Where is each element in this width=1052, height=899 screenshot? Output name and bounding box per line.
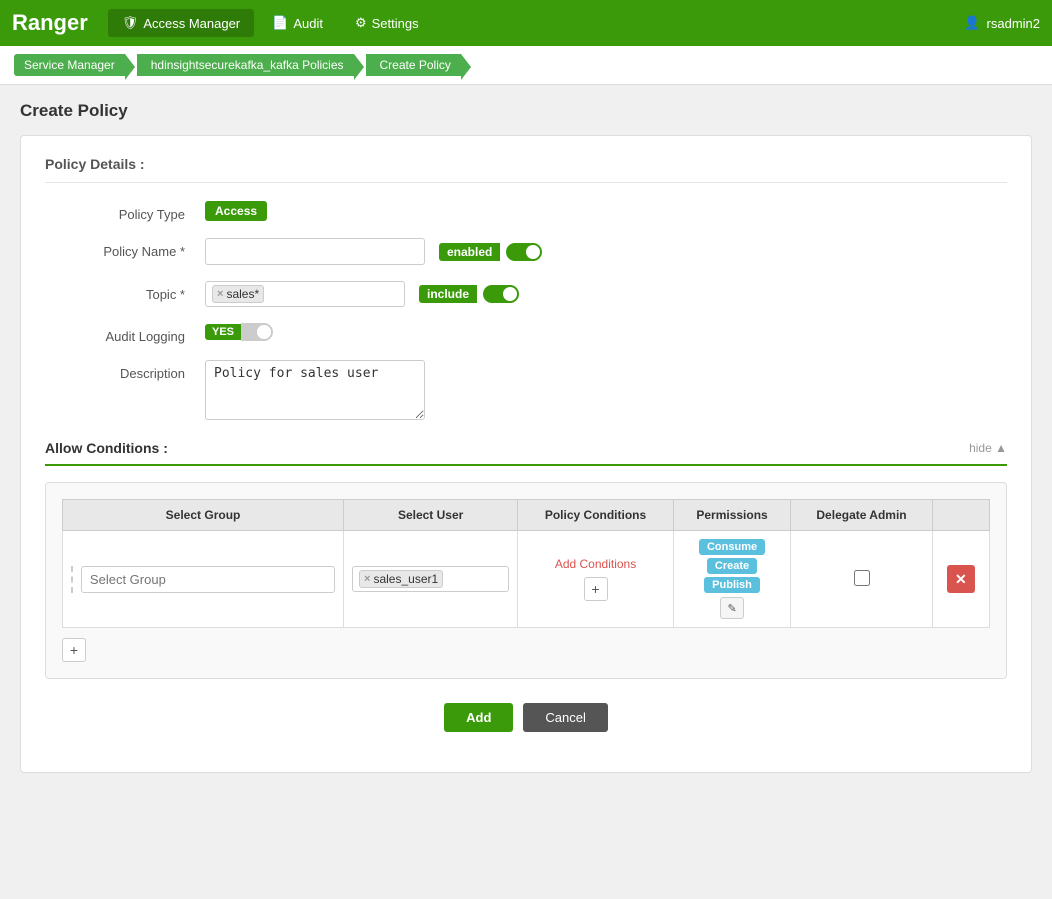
allow-conditions-header: Allow Conditions : hide ▲ (45, 440, 1007, 466)
nav-access-manager[interactable]: 🛡 Access Manager (108, 9, 254, 37)
page-title: Create Policy (20, 101, 1032, 121)
username: rsadmin2 (987, 16, 1040, 31)
policy-details-title: Policy Details : (45, 156, 1007, 183)
breadcrumb-policies-label: hdinsightsecurekafka_kafka Policies (151, 58, 344, 72)
topic-label: Topic * (45, 281, 205, 302)
page-content: Create Policy Policy Details : Policy Ty… (0, 85, 1052, 789)
td-select-user: × sales_user1 (344, 531, 518, 628)
policy-type-control: Access (205, 201, 1007, 221)
th-permissions: Permissions (673, 500, 790, 531)
topic-control: × sales* include (205, 281, 1007, 307)
user-tag-remove[interactable]: × (364, 573, 370, 585)
gear-icon: ⚙ (355, 15, 367, 31)
user-tag-value: sales_user1 (373, 572, 438, 586)
conditions-table: Select Group Select User Policy Conditio… (62, 499, 990, 628)
enabled-label: enabled (439, 243, 500, 261)
description-row: Description Policy for sales user (45, 360, 1007, 420)
breadcrumb-service-manager[interactable]: Service Manager (14, 54, 125, 76)
include-label: include (419, 285, 477, 303)
user-area: 👤 rsadmin2 (964, 15, 1040, 31)
audit-toggle[interactable] (241, 323, 273, 341)
enabled-toggle-wrap: enabled (439, 243, 542, 261)
nav-settings-label: Settings (372, 16, 419, 31)
policy-type-label: Policy Type (45, 201, 205, 222)
th-delegate-admin: Delegate Admin (791, 500, 932, 531)
breadcrumb-create-policy-label: Create Policy (380, 58, 451, 72)
allow-conditions-title: Allow Conditions : (45, 440, 168, 456)
policy-type-row: Policy Type Access (45, 201, 1007, 222)
td-policy-conditions: Add Conditions + (518, 531, 674, 628)
shield-icon: 🛡 (122, 15, 139, 31)
th-policy-conditions: Policy Conditions (518, 500, 674, 531)
th-actions (932, 500, 989, 531)
nav-audit-label: Audit (293, 16, 323, 31)
breadcrumb-create-policy[interactable]: Create Policy (366, 54, 461, 76)
policy-name-control: hdi sales* policy enabled (205, 238, 1007, 265)
table-row: × sales_user1 Add Conditions + Consume (63, 531, 990, 628)
td-delegate-admin (791, 531, 932, 628)
brand-logo: Ranger (12, 10, 88, 36)
description-textarea[interactable]: Policy for sales user (205, 360, 425, 420)
perm-badges: Consume Create Publish (682, 539, 782, 593)
delegate-admin-checkbox[interactable] (854, 570, 870, 586)
conditions-container: Select Group Select User Policy Conditio… (45, 482, 1007, 679)
topic-row: Topic * × sales* include (45, 281, 1007, 307)
main-card: Policy Details : Policy Type Access Poli… (20, 135, 1032, 773)
audit-logging-control: YES (205, 323, 1007, 341)
topic-tag: × sales* (212, 285, 264, 303)
delete-row-button[interactable]: ✕ (947, 565, 975, 593)
topic-tag-remove[interactable]: × (217, 288, 223, 300)
policy-name-row: Policy Name * hdi sales* policy enabled (45, 238, 1007, 265)
user-tag: × sales_user1 (359, 570, 443, 588)
breadcrumb-service-manager-label: Service Manager (24, 58, 115, 72)
topic-tag-input[interactable]: × sales* (205, 281, 405, 307)
nav-access-manager-label: Access Manager (143, 16, 240, 31)
add-button[interactable]: Add (444, 703, 513, 732)
perm-edit-button[interactable]: ✎ (720, 597, 744, 619)
policy-type-badge: Access (205, 201, 267, 221)
audit-toggle-wrap[interactable]: YES (205, 323, 273, 341)
th-select-group: Select Group (63, 500, 344, 531)
audit-logging-label: Audit Logging (45, 323, 205, 344)
perm-create: Create (707, 558, 757, 574)
footer-actions: Add Cancel (45, 703, 1007, 752)
hide-link[interactable]: hide ▲ (969, 441, 1007, 455)
include-toggle-wrap: include (419, 285, 519, 303)
perm-publish: Publish (704, 577, 760, 593)
add-conditions-plus[interactable]: + (584, 577, 608, 601)
breadcrumb-policies[interactable]: hdinsightsecurekafka_kafka Policies (137, 54, 354, 76)
doc-icon: 📄 (272, 15, 288, 31)
enabled-toggle[interactable] (506, 243, 542, 261)
user-icon: 👤 (964, 15, 980, 31)
audit-logging-row: Audit Logging YES (45, 323, 1007, 344)
td-delete: ✕ (932, 531, 989, 628)
th-select-user: Select User (344, 500, 518, 531)
topic-tag-value: sales* (226, 287, 259, 301)
cancel-button[interactable]: Cancel (523, 703, 607, 732)
policy-name-input[interactable]: hdi sales* policy (205, 238, 425, 265)
nav-audit[interactable]: 📄 Audit (258, 9, 337, 37)
description-label: Description (45, 360, 205, 381)
policy-name-label: Policy Name * (45, 238, 205, 259)
include-toggle[interactable] (483, 285, 519, 303)
audit-yes-label: YES (205, 324, 241, 340)
nav-items: 🛡 Access Manager 📄 Audit ⚙ Settings (108, 9, 965, 37)
breadcrumb: Service Manager hdinsightsecurekafka_kaf… (0, 46, 1052, 85)
user-tag-input[interactable]: × sales_user1 (352, 566, 509, 592)
td-select-group (63, 531, 344, 628)
add-conditions-link[interactable]: Add Conditions (526, 557, 665, 571)
nav-settings[interactable]: ⚙ Settings (341, 9, 433, 37)
td-permissions: Consume Create Publish ✎ (673, 531, 790, 628)
perm-consume: Consume (699, 539, 765, 555)
description-control: Policy for sales user (205, 360, 1007, 420)
select-group-input[interactable] (81, 566, 335, 593)
add-row-button[interactable]: + (62, 638, 86, 662)
top-nav: Ranger 🛡 Access Manager 📄 Audit ⚙ Settin… (0, 0, 1052, 46)
